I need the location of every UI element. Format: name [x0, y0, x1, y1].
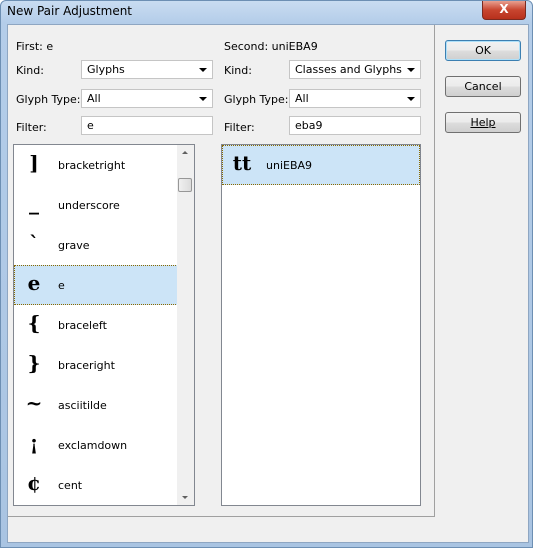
first-label: First: e — [16, 40, 54, 53]
window-title: New Pair Adjustment — [7, 4, 133, 18]
glyph-name: grave — [58, 239, 90, 252]
scroll-up-icon[interactable] — [182, 151, 188, 154]
ok-button[interactable]: OK — [445, 40, 521, 61]
glyph-preview-icon: ` — [29, 231, 39, 255]
chevron-down-icon — [199, 97, 207, 101]
first-glyph-type-label: Glyph Type: — [16, 93, 81, 106]
glyph-name: asciitilde — [58, 399, 107, 412]
scrollbar[interactable] — [177, 145, 194, 505]
second-glyph-list[interactable]: tt uniEBA9 — [221, 144, 421, 506]
chevron-down-icon — [407, 97, 415, 101]
dialog-window: New Pair Adjustment X First: e Kind: Gly… — [0, 0, 533, 548]
second-filter-label: Filter: — [224, 121, 255, 134]
list-item[interactable]: tt uniEBA9 — [222, 145, 420, 185]
glyph-name: braceright — [58, 359, 115, 372]
first-filter-input[interactable]: e — [81, 116, 213, 135]
list-item[interactable]: _ underscore — [14, 185, 194, 225]
scrollbar-thumb[interactable] — [178, 178, 192, 192]
glyph-preview-icon: e — [27, 271, 41, 295]
chevron-down-icon — [407, 68, 415, 72]
glyph-name: exclamdown — [58, 439, 128, 452]
glyph-preview-icon: _ — [29, 191, 39, 215]
second-kind-value: Classes and Glyphs — [295, 63, 402, 76]
dialog-client: First: e Kind: Glyphs Glyph Type: All Fi… — [7, 24, 529, 543]
second-label: Second: uniEBA9 — [224, 40, 318, 53]
cancel-button[interactable]: Cancel — [445, 76, 521, 97]
second-kind-select[interactable]: Classes and Glyphs — [289, 60, 421, 79]
list-item[interactable]: ¢ cent — [14, 465, 194, 505]
list-item[interactable]: } braceright — [14, 345, 194, 385]
pair-panel: First: e Kind: Glyphs Glyph Type: All Fi… — [8, 25, 435, 517]
first-filter-label: Filter: — [16, 121, 47, 134]
first-glyph-type-select[interactable]: All — [81, 89, 213, 108]
first-kind-value: Glyphs — [87, 63, 125, 76]
second-kind-label: Kind: — [224, 64, 252, 77]
list-item[interactable]: ] bracketright — [14, 145, 194, 185]
list-item[interactable]: ¡ exclamdown — [14, 425, 194, 465]
glyph-preview-icon: ] — [29, 151, 39, 175]
help-button[interactable]: Help — [445, 112, 521, 133]
chevron-down-icon — [199, 68, 207, 72]
list-item[interactable]: ` grave — [14, 225, 194, 265]
first-glyph-type-value: All — [87, 92, 101, 105]
second-filter-input[interactable]: eba9 — [289, 116, 421, 135]
close-button[interactable]: X — [482, 1, 526, 20]
second-glyph-type-select[interactable]: All — [289, 89, 421, 108]
glyph-name: cent — [58, 479, 83, 492]
status-bar — [8, 518, 528, 542]
glyph-name: bracketright — [58, 159, 126, 172]
glyph-preview-icon: { — [27, 311, 41, 335]
glyph-preview-icon: ¢ — [27, 471, 41, 495]
first-kind-label: Kind: — [16, 64, 44, 77]
second-glyph-type-label: Glyph Type: — [224, 93, 289, 106]
second-glyph-type-value: All — [295, 92, 309, 105]
glyph-preview-icon: } — [27, 351, 41, 375]
list-item[interactable]: ee — [14, 265, 194, 305]
glyph-name: e — [58, 279, 65, 292]
glyph-preview-icon: ¡ — [29, 431, 39, 455]
glyph-name: braceleft — [58, 319, 107, 332]
glyph-name: underscore — [58, 199, 120, 212]
first-glyph-list[interactable]: ] bracketright _ underscore ` grave e e{bracele… — [13, 144, 195, 506]
list-item[interactable]: { braceleft — [14, 305, 194, 345]
first-kind-select[interactable]: Glyphs — [81, 60, 213, 79]
help-label: Help — [470, 116, 496, 129]
list-item[interactable]: ~ asciitilde — [14, 385, 194, 425]
glyph-preview-icon: tt — [232, 151, 252, 175]
scroll-down-icon[interactable] — [182, 496, 188, 499]
glyph-preview-icon: ~ — [25, 391, 43, 415]
glyph-name: uniEBA9 — [266, 159, 313, 172]
